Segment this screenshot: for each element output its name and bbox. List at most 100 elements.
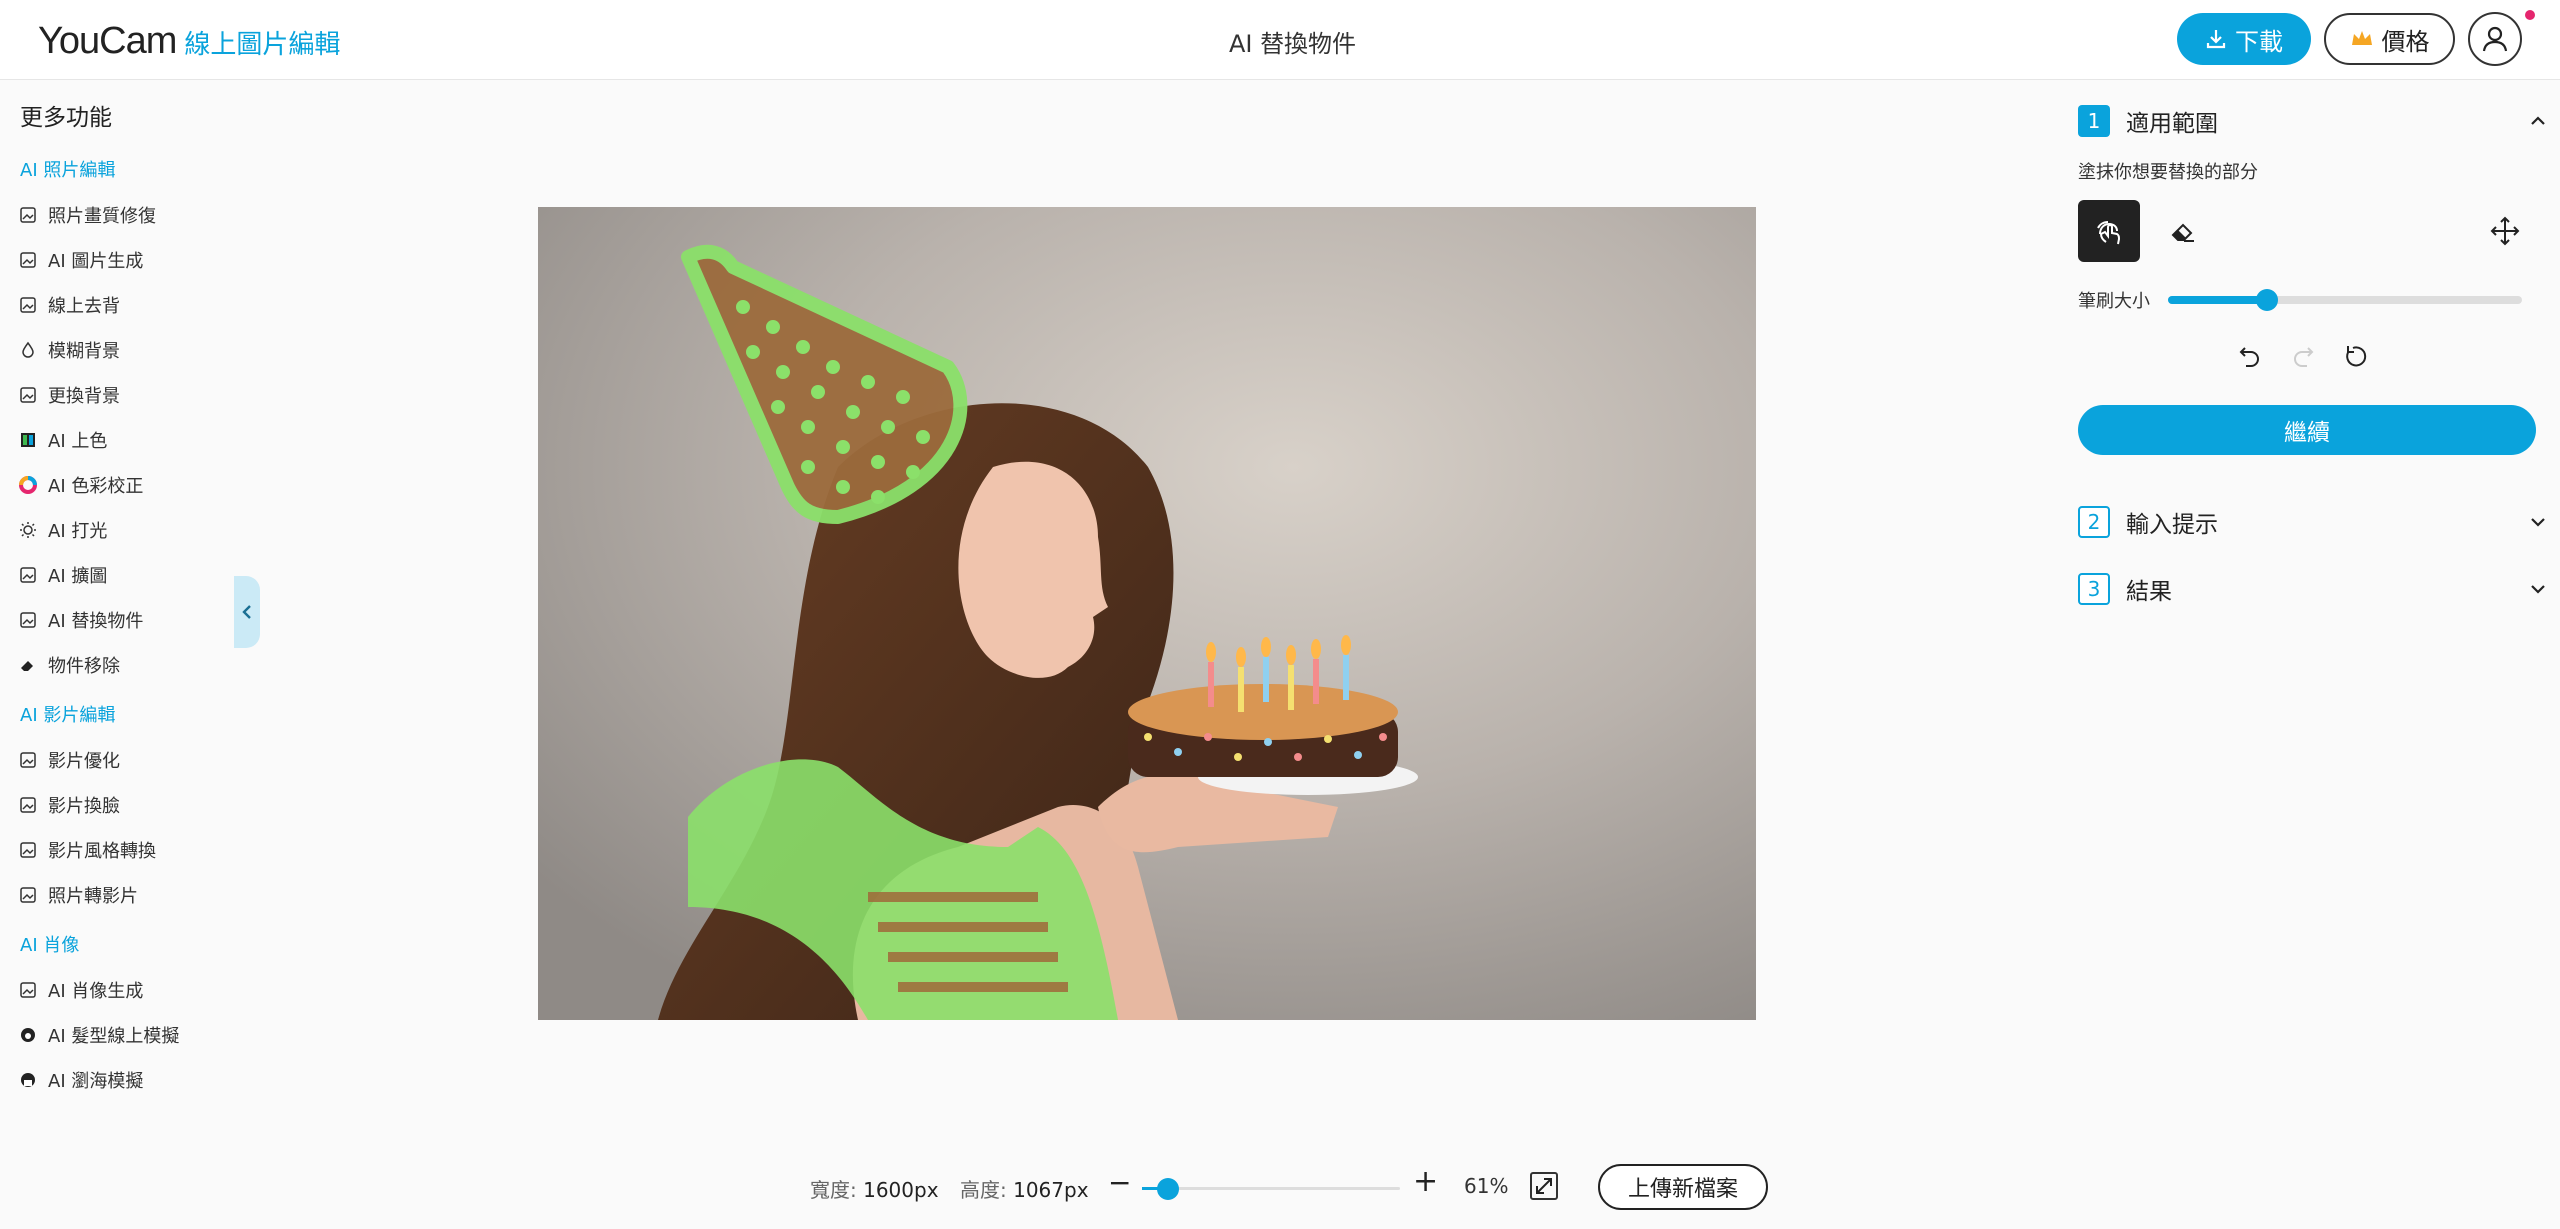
sidebar-item-label: AI 打光 — [48, 520, 108, 542]
brush-hand-icon — [2097, 221, 2121, 245]
sidebar-item[interactable]: AI 圖片生成 — [0, 237, 235, 282]
width-label: 寬度: — [810, 1178, 857, 1202]
user-icon — [2482, 26, 2508, 52]
reset-button[interactable] — [2340, 340, 2372, 372]
undo-button[interactable] — [2234, 340, 2266, 372]
zoom-knob[interactable] — [1156, 1178, 1179, 1200]
brush-size-label: 筆刷大小 — [2078, 291, 2150, 312]
image-generate-icon — [18, 250, 38, 270]
eraser-icon — [2171, 223, 2194, 242]
eraser-tool-button[interactable] — [2168, 216, 2198, 246]
sidebar-section-heading: AI 照片編輯 — [20, 160, 116, 181]
sidebar-item[interactable]: 影片優化 — [0, 737, 235, 782]
sidebar-item[interactable]: AI 擴圖 — [0, 552, 235, 597]
brush-hint: 塗抹你想要替換的部分 — [2078, 162, 2258, 183]
sidebar-item[interactable]: 物件移除 — [0, 642, 235, 687]
color-wheel-icon — [18, 475, 38, 495]
brush-size-knob[interactable] — [2256, 289, 2279, 311]
sidebar-item[interactable]: AI 色彩校正 — [0, 462, 235, 507]
sidebar-item-label: AI 色彩校正 — [48, 475, 144, 497]
step-2-header[interactable]: 2 輸入提示 — [2078, 505, 2548, 539]
step-1-label: 適用範圍 — [2126, 111, 2218, 137]
zoom-value: 61% — [1464, 1174, 1509, 1198]
fit-screen-button[interactable] — [1530, 1172, 1558, 1200]
sidebar-item[interactable]: 更換背景 — [0, 372, 235, 417]
youcam-logo[interactable]: YouCam 線上圖片編輯 — [38, 20, 340, 63]
sidebar-item-label: 影片風格轉換 — [48, 840, 156, 862]
move-tool-button[interactable] — [2488, 214, 2522, 248]
sidebar-item[interactable]: AI 瀏海模擬 — [0, 1057, 235, 1102]
image-width: 寬度: 1600px — [810, 1174, 939, 1203]
sidebar-title: 更多功能 — [20, 105, 112, 131]
continue-button[interactable]: 繼續 — [2078, 405, 2536, 455]
editing-canvas[interactable] — [538, 207, 1756, 1020]
sidebar-item[interactable]: 影片換臉 — [0, 782, 235, 827]
photo-enhance-icon — [18, 205, 38, 225]
redo-button[interactable] — [2287, 340, 2319, 372]
zoom-in-button[interactable]: + — [1413, 1164, 1438, 1199]
download-button[interactable]: 下載 — [2177, 13, 2311, 65]
bangs-icon — [18, 1070, 38, 1090]
sidebar-item[interactable]: 模糊背景 — [0, 327, 235, 372]
feature-sidebar: 更多功能 AI 照片編輯 照片畫質修復 AI 圖片生成 線上去背 模糊背景 更換背景 AI … — [0, 80, 235, 1130]
brush-tool-button[interactable] — [2078, 200, 2140, 262]
step-1-header[interactable]: 1 適用範圍 — [2078, 104, 2548, 138]
sidebar-item-label: 更換背景 — [48, 385, 120, 407]
sidebar-item-label: AI 擴圖 — [48, 565, 108, 587]
change-background-icon — [18, 385, 38, 405]
logo-subtitle: 線上圖片編輯 — [184, 30, 341, 60]
chevron-left-icon — [242, 605, 251, 619]
sidebar-item[interactable]: AI 上色 — [0, 417, 235, 462]
photo-canvas — [538, 207, 1756, 1020]
account-button[interactable] — [2468, 12, 2522, 66]
pricing-button[interactable]: 價格 — [2324, 13, 2455, 65]
light-bulb-icon — [18, 520, 38, 540]
image-height: 高度: 1067px — [960, 1174, 1089, 1203]
video-enhance-icon — [18, 750, 38, 770]
replace-object-panel: 1 適用範圍 塗抹你想要替換的部分 筆刷大小 繼續 2 輸入提示 3 結果 — [2060, 80, 2560, 1229]
blur-drop-icon — [18, 340, 38, 360]
zoom-out-button[interactable]: − — [1108, 1166, 1131, 1199]
upload-new-file-button[interactable]: 上傳新檔案 — [1598, 1164, 1768, 1210]
sidebar-item[interactable]: AI 肖像生成 — [0, 967, 235, 1012]
canvas-toolbar: 寬度: 1600px 高度: 1067px − + 61% 上傳新檔案 — [0, 1148, 2045, 1228]
sidebar-item[interactable]: AI 替換物件 — [0, 597, 235, 642]
sidebar-item[interactable]: 線上去背 — [0, 282, 235, 327]
step-3-header[interactable]: 3 結果 — [2078, 572, 2548, 606]
sidebar-list: AI 照片編輯照片畫質修復 AI 圖片生成 線上去背模糊背景更換背景 AI 上色 AI … — [0, 150, 235, 1102]
sidebar-item[interactable]: 照片轉影片 — [0, 872, 235, 917]
sidebar-item-label: AI 瀏海模擬 — [48, 1070, 144, 1092]
sidebar-item[interactable]: 影片風格轉換 — [0, 827, 235, 872]
expand-arrows-icon — [1536, 1178, 1552, 1194]
download-label: 下載 — [2235, 27, 2283, 56]
logo-wordmark: YouCam — [38, 20, 177, 62]
zoom-slider[interactable] — [1142, 1178, 1400, 1200]
sidebar-item-label: AI 圖片生成 — [48, 250, 144, 272]
sidebar-item[interactable]: AI 打光 — [0, 507, 235, 552]
remove-background-icon — [18, 295, 38, 315]
sidebar-item[interactable]: AI 髮型線上模擬 — [0, 1012, 235, 1057]
download-icon — [2206, 30, 2226, 49]
sidebar-item-label: 線上去背 — [48, 295, 120, 317]
photo-to-video-icon — [18, 885, 38, 905]
height-label: 高度: — [960, 1178, 1007, 1202]
undo-icon — [2239, 347, 2259, 367]
sidebar-item[interactable]: 照片畫質修復 — [0, 192, 235, 237]
step-2-number: 2 — [2078, 506, 2110, 538]
sidebar-section-heading: AI 影片編輯 — [20, 705, 116, 726]
crown-icon — [2351, 31, 2372, 45]
sidebar-item-label: 影片換臉 — [48, 795, 120, 817]
notification-dot — [2525, 10, 2535, 20]
redo-icon — [2294, 347, 2314, 367]
sidebar-item-label: AI 髮型線上模擬 — [48, 1025, 180, 1047]
brush-size-slider[interactable] — [2168, 289, 2522, 311]
move-arrows-icon — [2490, 216, 2520, 246]
sidebar-item-label: 照片畫質修復 — [48, 205, 156, 227]
top-header: YouCam 線上圖片編輯 AI 替換物件 下載 價格 — [0, 0, 2560, 80]
collapse-sidebar-button[interactable] — [234, 576, 260, 648]
height-value: 1067px — [1013, 1178, 1089, 1202]
video-style-icon — [18, 840, 38, 860]
hairstyle-icon — [18, 1025, 38, 1045]
sidebar-item-label: AI 肖像生成 — [48, 980, 144, 1002]
chevron-up-icon — [2531, 116, 2545, 125]
